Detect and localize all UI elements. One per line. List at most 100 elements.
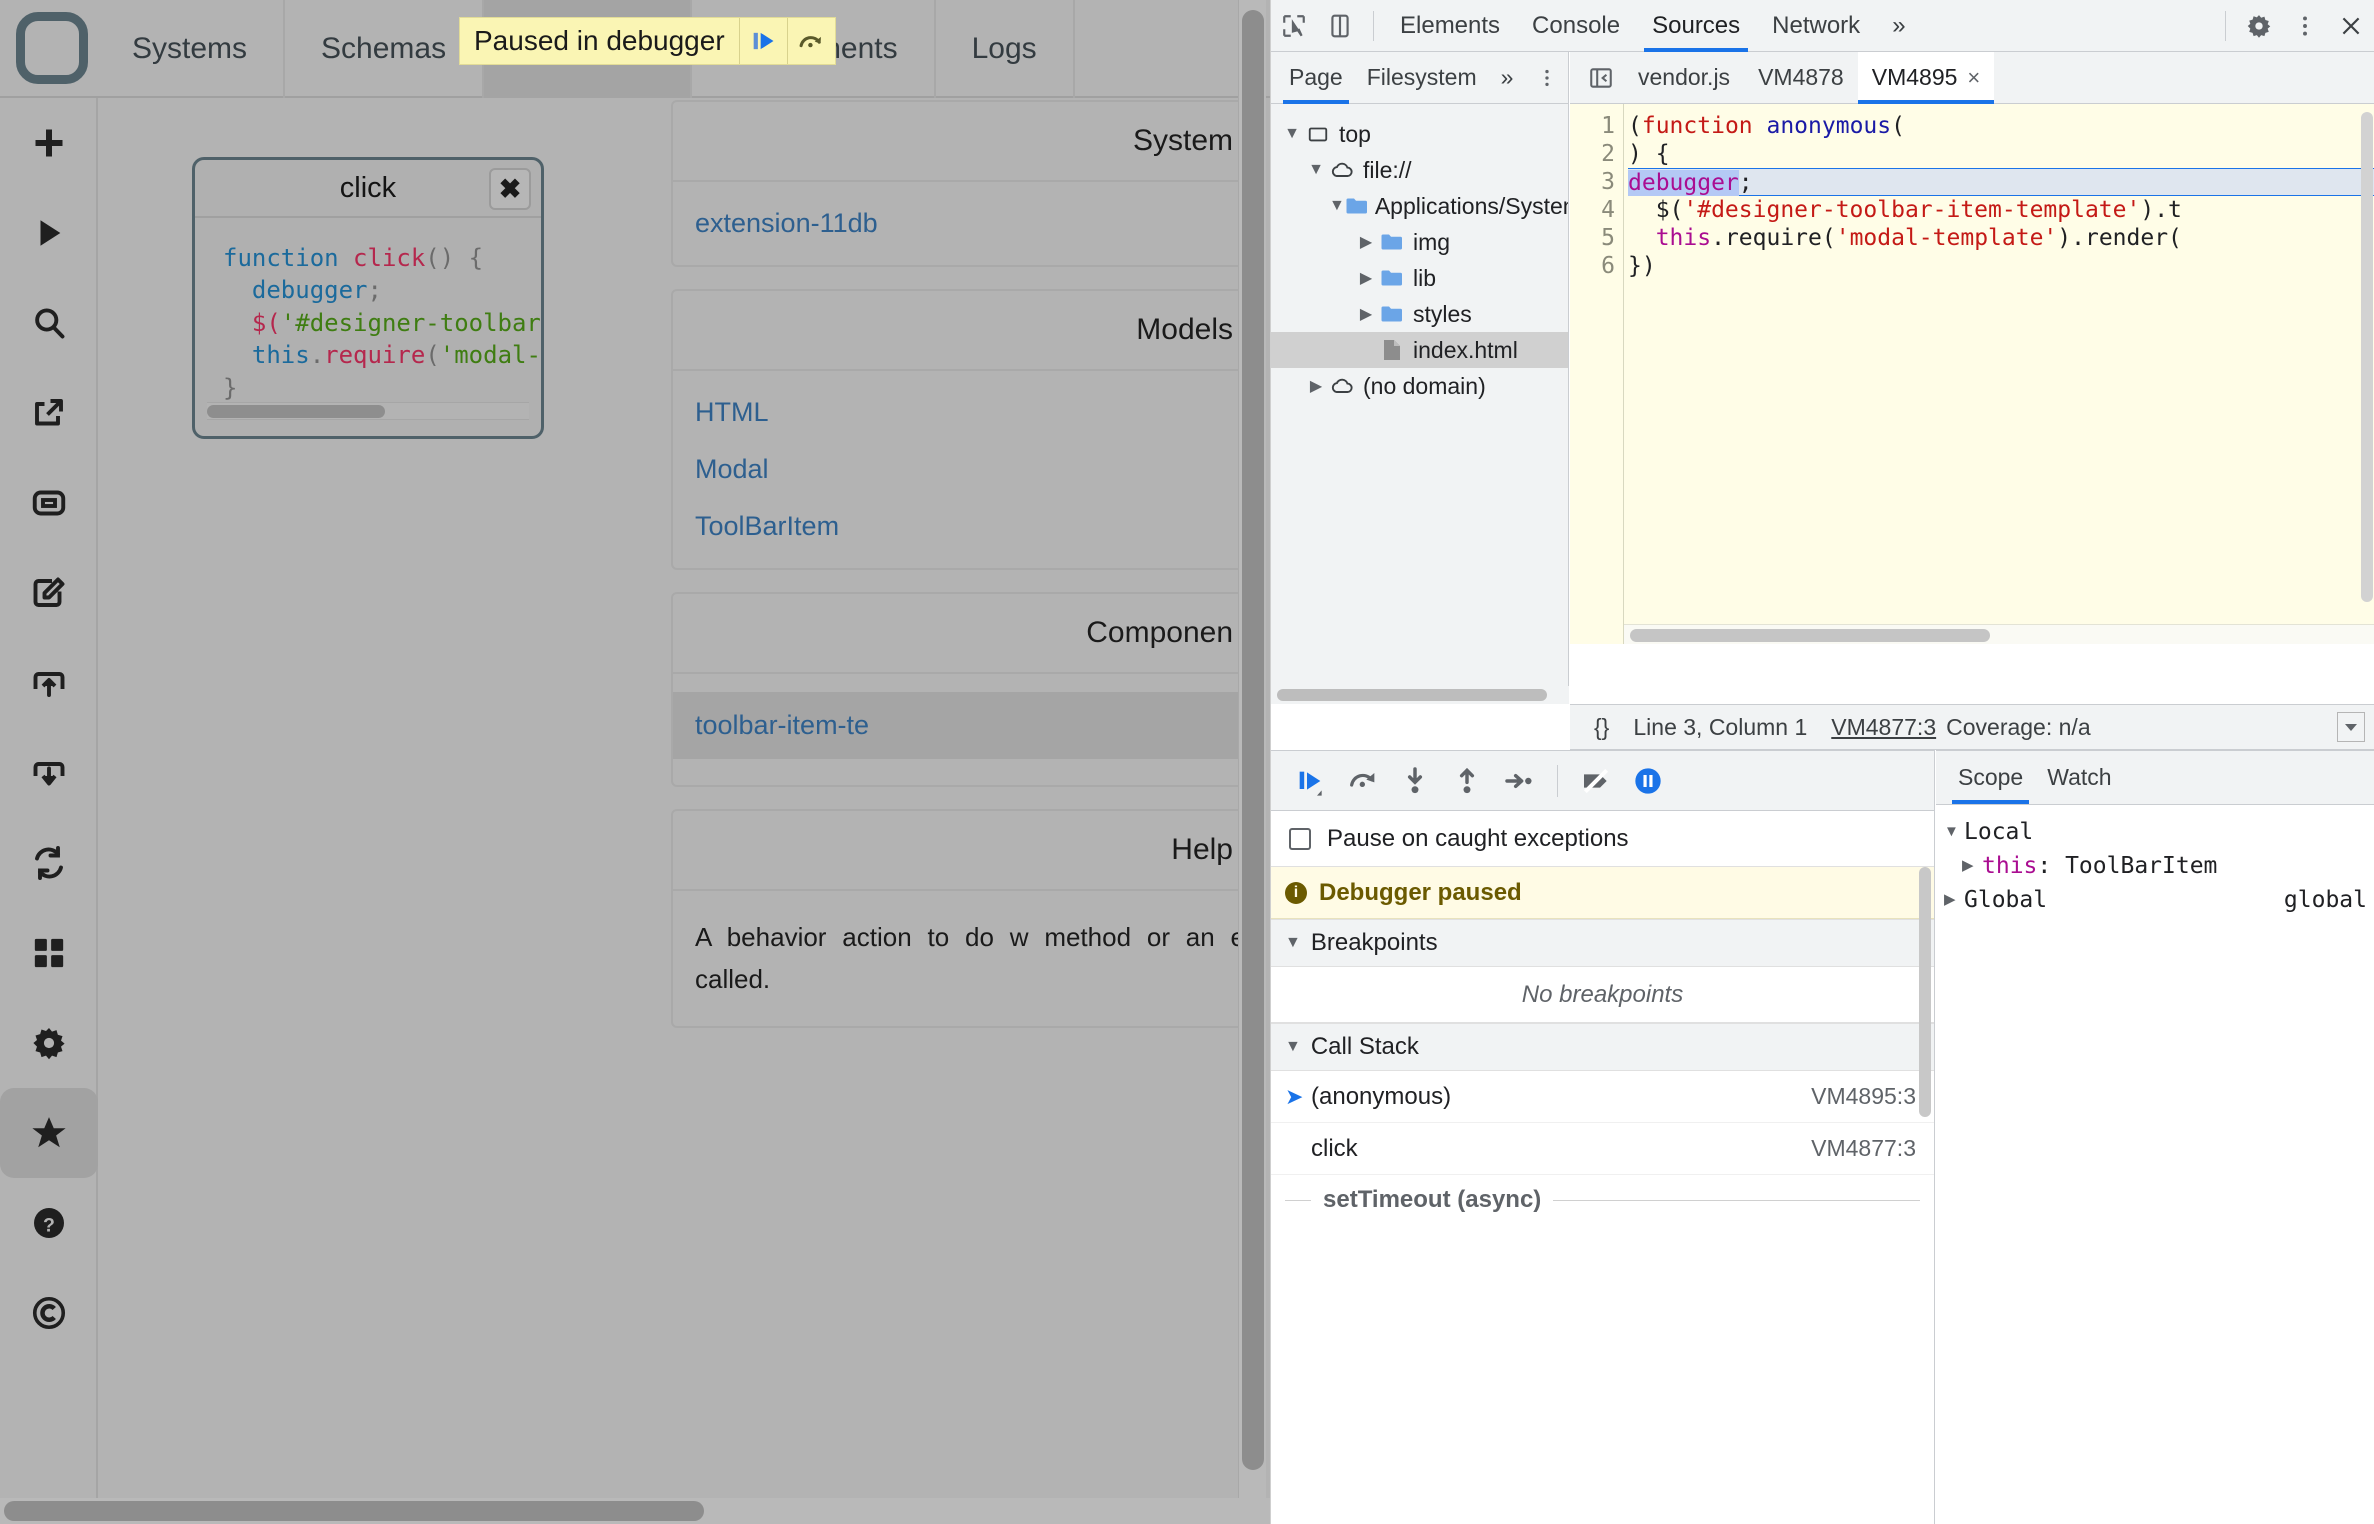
twisty-icon[interactable]: ▶ bbox=[1355, 260, 1377, 296]
chevron-down-icon[interactable]: ▼ bbox=[1285, 1038, 1301, 1056]
tree-row[interactable]: ▶ lib bbox=[1271, 260, 1568, 296]
pause-on-caught-exceptions-row[interactable]: Pause on caught exceptions bbox=[1271, 811, 1934, 867]
file-tab-vendor-js[interactable]: vendor.js bbox=[1624, 52, 1744, 104]
tree-row[interactable]: ▼ file:// bbox=[1271, 152, 1568, 188]
resume-script-icon[interactable] bbox=[738, 18, 787, 64]
gear-icon[interactable] bbox=[2236, 4, 2282, 48]
file-tab-vm4878[interactable]: VM4878 bbox=[1744, 52, 1858, 104]
show-navigator-icon[interactable] bbox=[1578, 56, 1624, 100]
kebab-menu-icon[interactable] bbox=[2282, 4, 2328, 48]
code-line[interactable]: this.require('modal-template').render( bbox=[1628, 224, 2374, 252]
step-over-icon[interactable] bbox=[786, 18, 835, 64]
line-number[interactable]: 3 bbox=[1570, 168, 1615, 196]
line-number[interactable]: 5 bbox=[1570, 224, 1615, 252]
twisty-icon[interactable]: ▼ bbox=[1305, 152, 1327, 188]
copyright-icon[interactable] bbox=[0, 1268, 98, 1358]
modal-hscrollbar[interactable] bbox=[207, 402, 529, 420]
call-stack-section-header[interactable]: ▼ Call Stack bbox=[1271, 1023, 1934, 1071]
nav-tab-logs[interactable]: Logs bbox=[936, 0, 1075, 98]
twisty-icon[interactable]: ▼ bbox=[1329, 188, 1345, 224]
scope-row-this[interactable]: ▶ this : ToolBarItem bbox=[1944, 849, 2374, 883]
line-number[interactable]: 1 bbox=[1570, 112, 1615, 140]
refresh-icon[interactable] bbox=[0, 818, 98, 908]
line-number[interactable]: 6 bbox=[1570, 252, 1615, 280]
nav-tab-systems[interactable]: Systems bbox=[96, 0, 286, 98]
model-link-html[interactable]: HTML bbox=[695, 397, 1249, 428]
model-link-modal[interactable]: Modal bbox=[695, 454, 1249, 485]
system-link[interactable]: extension-11db bbox=[695, 208, 1249, 239]
code-line[interactable]: }) bbox=[1628, 252, 2374, 280]
rounded-square-logo[interactable] bbox=[16, 12, 88, 84]
tab-network[interactable]: Network bbox=[1756, 0, 1876, 52]
tree-row[interactable]: ▶ img bbox=[1271, 224, 1568, 260]
grid-icon[interactable] bbox=[0, 908, 98, 998]
debugger-vscrollbar-thumb[interactable] bbox=[1919, 867, 1931, 1117]
deactivate-breakpoints-icon[interactable] bbox=[1570, 755, 1622, 807]
code-line[interactable]: ) { bbox=[1628, 140, 2374, 168]
breakpoints-section-header[interactable]: ▼ Breakpoints bbox=[1271, 919, 1934, 967]
pause-on-exceptions-icon[interactable] bbox=[1622, 755, 1674, 807]
tab-watch[interactable]: Watch bbox=[2035, 752, 2123, 804]
play-icon[interactable] bbox=[0, 188, 98, 278]
search-icon[interactable] bbox=[0, 278, 98, 368]
call-stack-frame-anonymous[interactable]: ➤ (anonymous) VM4895:3 bbox=[1271, 1071, 1934, 1123]
plus-icon[interactable] bbox=[0, 98, 98, 188]
subtab-filesystem[interactable]: Filesystem bbox=[1355, 52, 1489, 104]
inspect-element-icon[interactable] bbox=[1271, 4, 1317, 48]
call-stack-frame-click[interactable]: click VM4877:3 bbox=[1271, 1123, 1934, 1175]
code-vscrollbar[interactable] bbox=[2361, 112, 2373, 632]
tree-row[interactable]: ▶ styles bbox=[1271, 296, 1568, 332]
app-vertical-scrollbar-thumb[interactable] bbox=[1242, 10, 1264, 1470]
twisty-icon[interactable]: ▶ bbox=[1305, 368, 1327, 404]
close-icon[interactable]: ✖ bbox=[489, 168, 531, 210]
line-number[interactable]: 2 bbox=[1570, 140, 1615, 168]
tree-row[interactable]: index.html bbox=[1271, 332, 1568, 368]
dropdown-icon[interactable] bbox=[2337, 712, 2365, 742]
step-over-icon[interactable] bbox=[1337, 755, 1389, 807]
line-number[interactable]: 4 bbox=[1570, 196, 1615, 224]
chevron-down-icon[interactable]: ▼ bbox=[1944, 815, 1964, 849]
file-tab-vm4895[interactable]: VM4895 × bbox=[1857, 51, 1995, 104]
window-icon[interactable] bbox=[0, 458, 98, 548]
tab-scope[interactable]: Scope bbox=[1946, 752, 2035, 804]
code-line[interactable]: $('#designer-toolbar-item-template').t bbox=[1628, 196, 2374, 224]
pause-on-caught-checkbox[interactable] bbox=[1289, 827, 1311, 850]
frame-location[interactable]: VM4877:3 bbox=[1811, 1135, 1916, 1162]
pretty-print-icon[interactable]: {} bbox=[1594, 714, 1609, 741]
edit-icon[interactable] bbox=[0, 548, 98, 638]
frame-location[interactable]: VM4895:3 bbox=[1811, 1083, 1916, 1110]
close-icon[interactable]: × bbox=[1967, 65, 1980, 91]
star-icon[interactable] bbox=[0, 1088, 98, 1178]
upload-icon[interactable] bbox=[0, 638, 98, 728]
twisty-icon[interactable]: ▼ bbox=[1281, 116, 1303, 152]
scope-row-global[interactable]: ▶ Global global bbox=[1944, 883, 2374, 917]
code-vscrollbar-thumb[interactable] bbox=[2361, 112, 2373, 602]
kebab-menu-icon[interactable] bbox=[1525, 56, 1568, 100]
app-horizontal-scrollbar[interactable] bbox=[0, 1498, 1270, 1524]
code-hscrollbar-thumb[interactable] bbox=[1630, 629, 1990, 642]
code-hscrollbar[interactable] bbox=[1624, 624, 2374, 644]
code-view[interactable]: 123456 (function anonymous() {debugger; … bbox=[1570, 104, 2374, 644]
chevron-right-icon[interactable]: ▶ bbox=[1944, 883, 1964, 917]
resume-script-icon[interactable] bbox=[1285, 755, 1337, 807]
model-link-toolbaritem[interactable]: ToolBarItem bbox=[695, 511, 1249, 542]
twisty-icon[interactable]: ▶ bbox=[1355, 296, 1377, 332]
code-line[interactable]: (function anonymous( bbox=[1628, 112, 2374, 140]
modal-code-block[interactable]: function click() { debugger; $('#designe… bbox=[223, 242, 541, 404]
source-origin-link[interactable]: VM4877:3 bbox=[1831, 714, 1936, 741]
component-row-selected[interactable]: toolbar-item-te bbox=[673, 692, 1249, 759]
chevron-right-icon[interactable]: ▶ bbox=[1962, 849, 1982, 883]
tab-sources[interactable]: Sources bbox=[1636, 0, 1756, 52]
twisty-icon[interactable]: ▶ bbox=[1355, 224, 1377, 260]
external-link-icon[interactable] bbox=[0, 368, 98, 458]
navigator-hscrollbar-thumb[interactable] bbox=[1277, 689, 1547, 701]
code-lines[interactable]: (function anonymous() {debugger; $('#des… bbox=[1624, 104, 2374, 644]
step-into-icon[interactable] bbox=[1389, 755, 1441, 807]
tree-row[interactable]: ▶ (no domain) bbox=[1271, 368, 1568, 404]
close-icon[interactable] bbox=[2328, 4, 2374, 48]
app-horizontal-scrollbar-thumb[interactable] bbox=[4, 1501, 704, 1521]
chevron-down-icon[interactable]: ▼ bbox=[1285, 934, 1301, 952]
scope-row-local[interactable]: ▼ Local bbox=[1944, 815, 2374, 849]
subtab-more-chevron-icon[interactable]: » bbox=[1489, 52, 1526, 104]
device-toolbar-icon[interactable] bbox=[1317, 4, 1363, 48]
